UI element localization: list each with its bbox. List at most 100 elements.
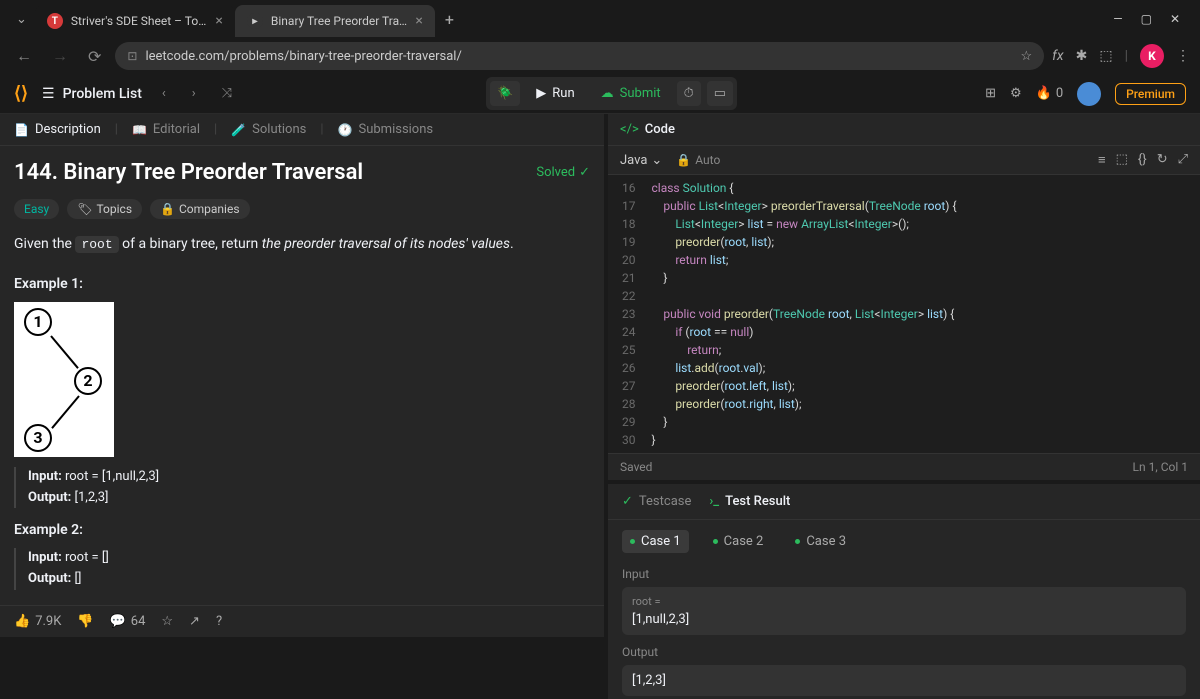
problem-title: 144. Binary Tree Preorder Traversal xyxy=(14,160,363,185)
like-button[interactable]: 👍7.9K xyxy=(14,614,61,629)
format-icon[interactable]: ≡ xyxy=(1098,152,1106,168)
code-lines: class Solution { public List<Integer> pr… xyxy=(644,175,1200,453)
case-3-tab[interactable]: Case 3 xyxy=(787,530,854,553)
language-selector[interactable]: Java ⌄ xyxy=(620,153,662,168)
autocomplete-toggle[interactable]: 🔒 Auto xyxy=(676,153,720,167)
tab-description[interactable]: 📄 Description xyxy=(14,122,101,137)
braces-icon[interactable]: {} xyxy=(1138,152,1147,168)
terminal-icon: ›_ xyxy=(709,494,719,509)
close-icon[interactable]: × xyxy=(215,13,222,29)
favicon-icon: T xyxy=(47,13,63,29)
companies-tag[interactable]: 🔒Companies xyxy=(150,199,250,219)
forward-button[interactable]: → xyxy=(46,46,74,66)
bookmark-icon[interactable]: ⬚ xyxy=(1116,152,1128,168)
tab-submissions[interactable]: 🕐 Submissions xyxy=(338,122,434,137)
fullscreen-icon[interactable]: ⤢ xyxy=(1178,152,1188,168)
submit-button[interactable]: ☁ Submit xyxy=(591,82,671,105)
cursor-position: Ln 1, Col 1 xyxy=(1133,460,1188,474)
tab-testcase[interactable]: ✓ Testcase xyxy=(622,494,691,509)
problem-panel: 📄 Description | 📖 Editorial | 🧪 Solution… xyxy=(0,114,608,637)
dislike-button[interactable]: 👎 xyxy=(77,614,93,629)
menu-icon[interactable]: ⋮ xyxy=(1176,48,1190,64)
reset-icon[interactable]: ↻ xyxy=(1157,152,1168,168)
feedback-button[interactable]: ? xyxy=(216,614,222,629)
solutions-icon: 🧪 xyxy=(231,123,246,137)
submissions-icon: 🕐 xyxy=(338,123,353,137)
pass-dot-icon xyxy=(713,539,718,544)
topics-tag[interactable]: 🏷Topics xyxy=(67,199,142,219)
output-box: [1,2,3] xyxy=(622,665,1186,696)
extension-icon[interactable]: ✱ xyxy=(1076,48,1088,64)
tab-solutions[interactable]: 🧪 Solutions xyxy=(231,122,306,137)
url-input[interactable]: ⊡ leetcode.com/problems/binary-tree-preo… xyxy=(115,42,1044,70)
thumbs-down-icon: 👎 xyxy=(77,614,93,629)
shuffle-button[interactable]: ⤨ xyxy=(216,86,238,101)
code-editor[interactable]: 161718192021222324252627282930 class Sol… xyxy=(608,175,1200,453)
debug-button[interactable]: 🪲 xyxy=(490,81,520,106)
profile-avatar[interactable]: K xyxy=(1140,44,1164,68)
settings-icon[interactable]: ⚙ xyxy=(1010,86,1022,101)
streak-counter[interactable]: 🔥 0 xyxy=(1036,86,1064,101)
comment-icon: 💬 xyxy=(110,614,126,629)
tag-icon: 🏷 xyxy=(77,202,92,216)
dashboard-icon[interactable]: ⊞ xyxy=(985,86,996,101)
back-button[interactable]: ← xyxy=(10,46,38,66)
tab-editorial[interactable]: 📖 Editorial xyxy=(132,122,200,137)
right-panel: </> Code Java ⌄ 🔒 Auto ≡ ⬚ { xyxy=(608,114,1200,637)
next-problem-button[interactable]: › xyxy=(186,86,202,101)
user-avatar[interactable] xyxy=(1077,82,1101,106)
prev-problem-button[interactable]: ‹ xyxy=(156,86,172,101)
code-status-bar: Saved Ln 1, Col 1 xyxy=(608,453,1200,480)
close-icon[interactable]: × xyxy=(415,13,422,29)
favicon-icon: ▸ xyxy=(247,13,263,29)
problem-list-button[interactable]: ☰ Problem List xyxy=(42,86,142,102)
description-icon: 📄 xyxy=(14,123,29,137)
premium-button[interactable]: Premium xyxy=(1115,83,1186,105)
problem-body: 144. Binary Tree Preorder Traversal Solv… xyxy=(0,146,604,605)
tab-menu-chevron[interactable]: ⌄ xyxy=(8,12,35,27)
problem-header: 144. Binary Tree Preorder Traversal Solv… xyxy=(14,160,590,185)
toolbar-center: 🪲 ▶ Run ☁ Submit ⏱ ▭ xyxy=(486,77,737,110)
lock-icon: 🔒 xyxy=(160,202,175,216)
comments-button[interactable]: 💬64 xyxy=(110,614,146,629)
toolbar-left: ⟨⟩ ☰ Problem List ‹ › ⤨ xyxy=(14,83,238,104)
browser-tab-2[interactable]: ▸ Binary Tree Preorder Traversal - × xyxy=(235,5,435,37)
case-2-tab[interactable]: Case 2 xyxy=(705,530,772,553)
fire-icon: 🔥 xyxy=(1036,86,1052,101)
extensions-icon[interactable]: ⬚ xyxy=(1099,48,1112,64)
browser-tabs: ⌄ T Striver's SDE Sheet – Top Codin × ▸ … xyxy=(8,1,1101,37)
example-1-image: 1 2 3 xyxy=(14,302,114,457)
run-button[interactable]: ▶ Run xyxy=(526,82,584,105)
list-icon: ☰ xyxy=(42,86,55,102)
window-controls: — ▢ ✕ xyxy=(1101,12,1192,26)
minimize-icon[interactable]: — xyxy=(1113,12,1122,26)
problem-tags: Easy 🏷Topics 🔒Companies xyxy=(14,199,590,219)
site-info-icon[interactable]: ⊡ xyxy=(127,49,137,63)
browser-actions: fx ✱ ⬚ | K ⋮ xyxy=(1052,44,1190,68)
main-content: 📄 Description | 📖 Editorial | 🧪 Solution… xyxy=(0,114,1200,637)
share-button[interactable]: ↗ xyxy=(189,614,200,629)
new-tab-button[interactable]: + xyxy=(435,10,464,29)
browser-titlebar: ⌄ T Striver's SDE Sheet – Top Codin × ▸ … xyxy=(0,0,1200,38)
browser-tab-1[interactable]: T Striver's SDE Sheet – Top Codin × xyxy=(35,5,235,37)
check-icon: ✓ xyxy=(622,494,633,509)
test-section: ✓ Testcase ›_ Test Result Case 1 Case 2 … xyxy=(608,484,1200,699)
input-section: Input root = [1,null,2,3] xyxy=(622,567,1186,635)
star-icon[interactable]: ☆ xyxy=(1020,49,1032,64)
reload-button[interactable]: ⟳ xyxy=(82,47,107,66)
test-tabs: ✓ Testcase ›_ Test Result xyxy=(608,484,1200,520)
timer-button[interactable]: ⏱ xyxy=(677,81,701,106)
tab-test-result[interactable]: ›_ Test Result xyxy=(709,494,790,509)
notes-button[interactable]: ▭ xyxy=(707,81,733,106)
test-cases-row: Case 1 Case 2 Case 3 xyxy=(608,520,1200,563)
problem-description: Given the root of a binary tree, return … xyxy=(14,233,590,256)
star-button[interactable]: ☆ xyxy=(161,614,173,629)
difficulty-tag[interactable]: Easy xyxy=(14,199,59,219)
leetcode-logo-icon[interactable]: ⟨⟩ xyxy=(14,83,28,104)
maximize-icon[interactable]: ▢ xyxy=(1141,12,1152,26)
case-1-tab[interactable]: Case 1 xyxy=(622,530,689,553)
fx-icon[interactable]: fx xyxy=(1052,48,1063,64)
close-icon[interactable]: ✕ xyxy=(1170,12,1180,26)
chevron-down-icon: ⌄ xyxy=(651,153,662,168)
pass-dot-icon xyxy=(795,539,800,544)
